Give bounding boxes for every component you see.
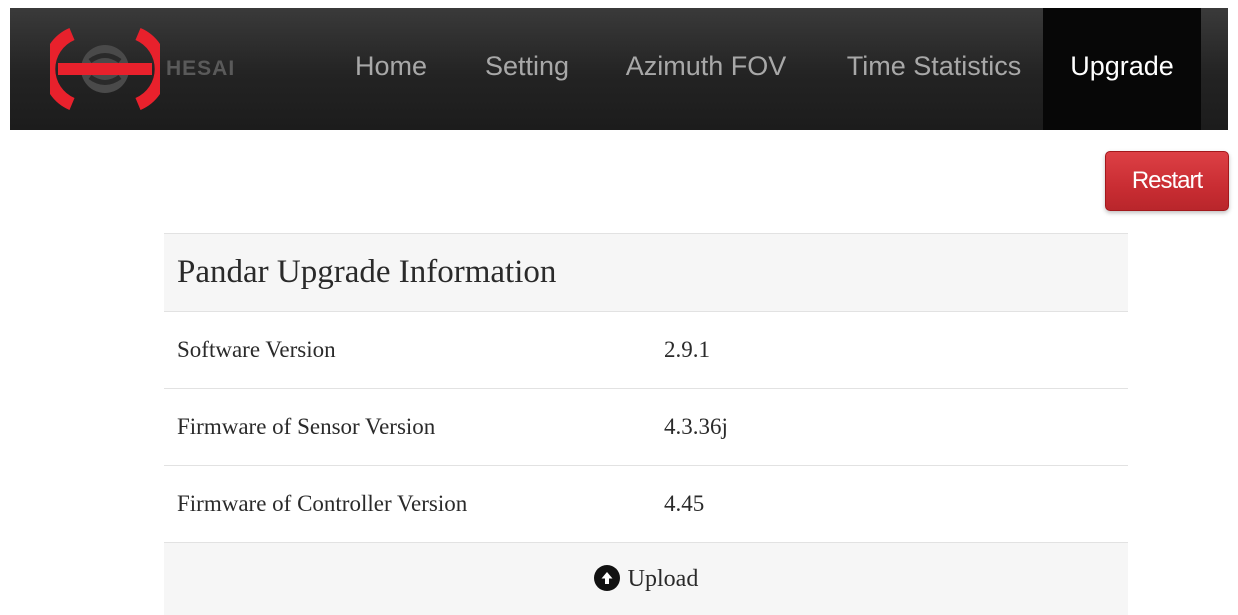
info-row-sensor-firmware: Firmware of Sensor Version 4.3.36j — [164, 389, 1128, 466]
hesai-logo[interactable]: HESAI — [50, 28, 270, 110]
top-navbar: HESAI Home Setting Azimuth FOV Time Stat… — [10, 8, 1228, 130]
row-value: 4.45 — [664, 491, 705, 516]
info-row-controller-firmware: Firmware of Controller Version 4.45 — [164, 466, 1128, 543]
nav-time-statistics[interactable]: Time Statistics — [822, 8, 1046, 130]
upload-label: Upload — [627, 565, 699, 592]
nav-upgrade[interactable]: Upgrade — [1043, 8, 1201, 130]
row-value: 4.3.36j — [664, 414, 728, 439]
upgrade-info-panel: Pandar Upgrade Information Software Vers… — [164, 233, 1128, 615]
circle-arrow-up-icon — [593, 565, 620, 591]
nav-setting[interactable]: Setting — [468, 8, 586, 130]
upload-button[interactable]: Upload — [164, 543, 1128, 615]
row-label: Firmware of Sensor Version — [177, 414, 436, 439]
nav-home[interactable]: Home — [334, 8, 448, 130]
brand-name: HESAI — [166, 57, 236, 80]
row-label: Software Version — [177, 337, 336, 362]
row-label: Firmware of Controller Version — [177, 491, 468, 516]
row-value: 2.9.1 — [664, 337, 710, 362]
panel-title: Pandar Upgrade Information — [164, 233, 1128, 312]
info-row-software-version: Software Version 2.9.1 — [164, 312, 1128, 389]
nav-azimuth-fov[interactable]: Azimuth FOV — [606, 8, 806, 130]
restart-button[interactable]: Restart — [1105, 151, 1229, 211]
hesai-logo-icon — [50, 28, 160, 110]
